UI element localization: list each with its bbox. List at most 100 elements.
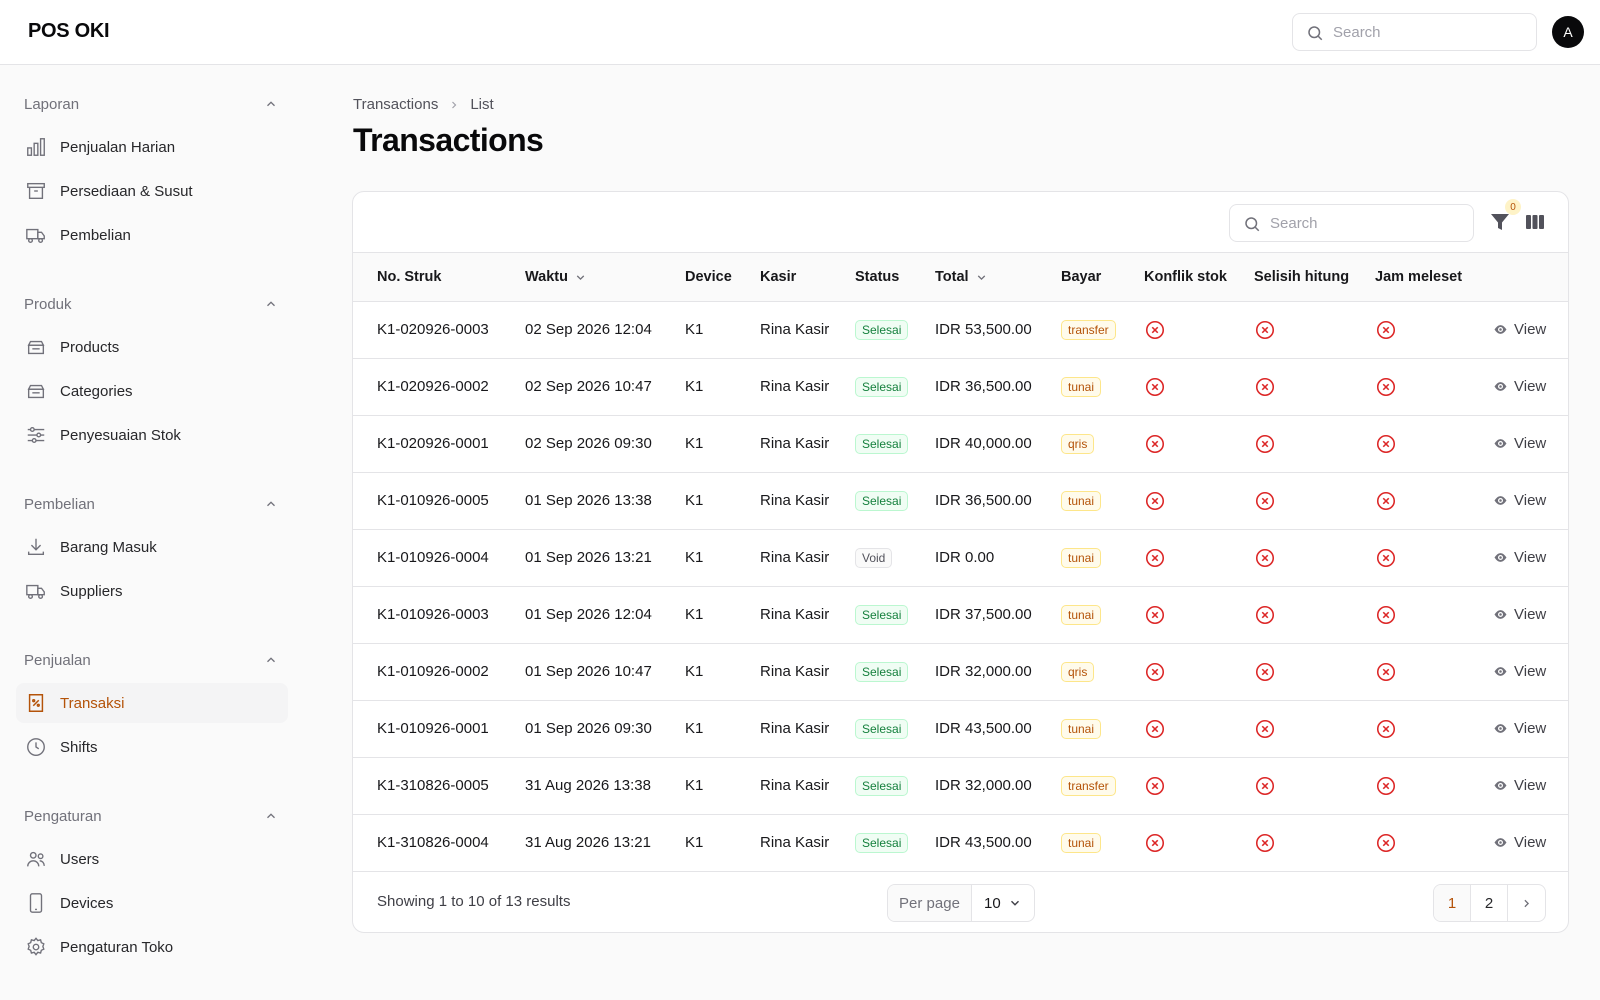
view-label: View — [1514, 492, 1547, 509]
sidebar-item-penyesuaian-stok[interactable]: Penyesuaian Stok — [16, 415, 288, 455]
cell-device: K1 — [685, 777, 704, 794]
table-row[interactable]: K1-010926-0004 01 Sep 2026 13:21 K1 Rina Ka… — [353, 530, 1568, 587]
sidebar-item-persediaan-susut[interactable]: Persediaan & Susut — [16, 171, 288, 211]
table-row[interactable]: K1-010926-0005 01 Sep 2026 13:38 K1 Rina Ka… — [353, 473, 1568, 530]
sidebar-group-pembelian[interactable]: Pembelian — [24, 492, 278, 516]
avatar[interactable]: A — [1552, 16, 1584, 48]
sidebar-item-categories[interactable]: Categories — [16, 371, 288, 411]
brand-logo[interactable]: POS OKI — [28, 20, 110, 43]
view-button[interactable]: View — [1493, 321, 1546, 338]
view-button[interactable]: View — [1493, 378, 1546, 395]
view-button[interactable]: View — [1493, 549, 1546, 566]
cell-total: IDR 36,500.00 — [935, 492, 1032, 509]
table-row[interactable]: K1-310826-0004 31 Aug 2026 13:21 K1 Rina Ka… — [353, 815, 1568, 872]
sidebar-group-produk[interactable]: Produk — [24, 292, 278, 316]
column-header-waktu[interactable]: Waktu — [525, 269, 587, 285]
view-label: View — [1514, 663, 1547, 680]
sidebar-group-pengaturan[interactable]: Pengaturan — [24, 804, 278, 828]
x-circle-icon — [1144, 832, 1166, 854]
inbox-stack-icon — [27, 340, 45, 355]
view-button[interactable]: View — [1493, 435, 1546, 452]
cell-no-struk: K1-310826-0004 — [377, 834, 489, 851]
view-button[interactable]: View — [1493, 777, 1546, 794]
sidebar-item-users[interactable]: Users — [16, 839, 288, 879]
cell-device: K1 — [685, 549, 704, 566]
eye-icon — [1493, 835, 1508, 850]
table-row[interactable]: K1-020926-0001 02 Sep 2026 09:30 K1 Rina Ka… — [353, 416, 1568, 473]
x-circle-icon — [1254, 547, 1276, 569]
x-circle-icon — [1144, 718, 1166, 740]
payment-badge: tunai — [1061, 548, 1102, 568]
table-body: K1-020926-0003 02 Sep 2026 12:04 K1 Rina Ka… — [353, 302, 1568, 872]
view-button[interactable]: View — [1493, 663, 1546, 680]
chevron-down-icon — [1011, 900, 1019, 906]
table-toolbar: Search 0 — [353, 192, 1568, 253]
inbox-stack-icon — [27, 384, 45, 399]
column-header-jam-meleset[interactable]: Jam meleset — [1375, 269, 1462, 285]
per-page-value-wrap[interactable]: 10 — [972, 885, 1034, 921]
view-button[interactable]: View — [1493, 720, 1546, 737]
table-search-input[interactable]: Search — [1229, 204, 1474, 242]
breadcrumb-transactions[interactable]: Transactions — [353, 96, 438, 113]
table-row[interactable]: K1-020926-0002 02 Sep 2026 10:47 K1 Rina Ka… — [353, 359, 1568, 416]
x-circle-icon — [1254, 775, 1276, 797]
sidebar-item-penjualan-harian[interactable]: Penjualan Harian — [16, 127, 288, 167]
column-header-no-struk[interactable]: No. Struk — [377, 269, 441, 285]
eye-icon — [1493, 436, 1508, 451]
sidebar-item-laporan-pembelian[interactable]: Pembelian — [16, 215, 288, 255]
column-header-kasir[interactable]: Kasir — [760, 269, 796, 285]
per-page-select[interactable]: Per page 10 — [887, 884, 1035, 922]
table-row[interactable]: K1-020926-0003 02 Sep 2026 12:04 K1 Rina Ka… — [353, 302, 1568, 359]
payment-badge: tunai — [1061, 833, 1102, 853]
sidebar-group-penjualan[interactable]: Penjualan — [24, 648, 278, 672]
column-header-device[interactable]: Device — [685, 269, 732, 285]
cell-waktu: 01 Sep 2026 13:38 — [525, 492, 652, 509]
cell-device: K1 — [685, 435, 704, 452]
view-button[interactable]: View — [1493, 492, 1546, 509]
sidebar-item-suppliers[interactable]: Suppliers — [16, 571, 288, 611]
columns-icon[interactable] — [1523, 210, 1547, 234]
cell-total: IDR 53,500.00 — [935, 321, 1032, 338]
sidebar-group-label: Pengaturan — [24, 807, 102, 825]
sidebar-item-shifts[interactable]: Shifts — [16, 727, 288, 767]
column-label: Waktu — [525, 269, 568, 285]
column-header-status[interactable]: Status — [855, 269, 899, 285]
filter-count-badge: 0 — [1505, 199, 1521, 215]
column-header-bayar[interactable]: Bayar — [1061, 269, 1101, 285]
page-button-2[interactable]: 2 — [1471, 885, 1508, 921]
status-badge: Selesai — [855, 320, 909, 340]
sidebar-item-label: Persediaan & Susut — [60, 182, 193, 200]
eye-icon — [1493, 778, 1508, 793]
cell-no-struk: K1-010926-0002 — [377, 663, 489, 680]
column-header-selisih-hitung[interactable]: Selisih hitung — [1254, 269, 1349, 285]
page-button-1[interactable]: 1 — [1434, 885, 1471, 921]
table-row[interactable]: K1-010926-0002 01 Sep 2026 10:47 K1 Rina Ka… — [353, 644, 1568, 701]
view-label: View — [1514, 549, 1547, 566]
column-header-konflik-stok[interactable]: Konflik stok — [1144, 269, 1227, 285]
global-search-input[interactable]: Search — [1292, 13, 1537, 51]
truck-icon — [26, 584, 45, 600]
column-header-total[interactable]: Total — [935, 269, 988, 285]
sidebar-group-laporan[interactable]: Laporan — [24, 92, 278, 116]
next-page-button[interactable] — [1508, 885, 1545, 921]
view-button[interactable]: View — [1493, 606, 1546, 623]
clock-icon — [27, 738, 45, 756]
sidebar-item-pengaturan-toko[interactable]: Pengaturan Toko — [16, 927, 288, 967]
sidebar-item-products[interactable]: Products — [16, 327, 288, 367]
x-circle-icon — [1375, 775, 1397, 797]
sidebar-item-devices[interactable]: Devices — [16, 883, 288, 923]
column-label: Selisih hitung — [1254, 269, 1350, 285]
view-button[interactable]: View — [1493, 834, 1546, 851]
cell-kasir: Rina Kasir — [760, 720, 830, 737]
x-circle-icon — [1375, 718, 1397, 740]
x-circle-icon — [1254, 376, 1276, 398]
cell-total: IDR 32,000.00 — [935, 777, 1032, 794]
table-row[interactable]: K1-010926-0001 01 Sep 2026 09:30 K1 Rina Ka… — [353, 701, 1568, 758]
x-circle-icon — [1375, 661, 1397, 683]
table-row[interactable]: K1-310826-0005 31 Aug 2026 13:38 K1 Rina Ka… — [353, 758, 1568, 815]
cell-kasir: Rina Kasir — [760, 777, 830, 794]
table-row[interactable]: K1-010926-0003 01 Sep 2026 12:04 K1 Rina Ka… — [353, 587, 1568, 644]
chevron-right-icon — [1524, 899, 1530, 907]
sidebar-item-transaksi[interactable]: Transaksi — [16, 683, 288, 723]
sidebar-item-barang-masuk[interactable]: Barang Masuk — [16, 527, 288, 567]
